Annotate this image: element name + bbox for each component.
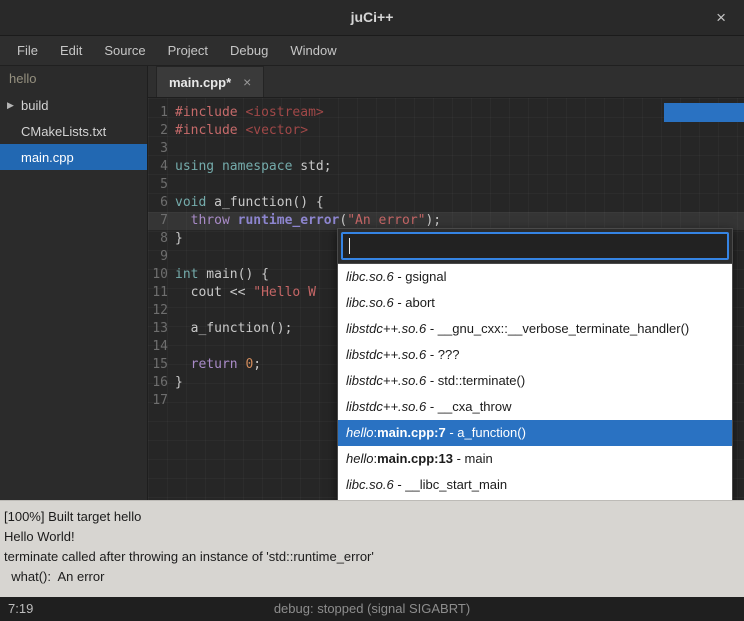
- code-text: #include <vector>: [175, 122, 308, 140]
- menu-item-source[interactable]: Source: [93, 36, 156, 66]
- output-line: [100%] Built target hello: [4, 507, 740, 527]
- project-name: hello: [0, 66, 147, 92]
- output-line: what(): An error: [4, 567, 740, 587]
- line-number[interactable]: 3: [148, 140, 175, 158]
- code-line[interactable]: 3: [148, 140, 744, 158]
- window-title: juCi++: [0, 0, 744, 35]
- app-window: juCi++ × FileEditSourceProjectDebugWindo…: [0, 0, 744, 621]
- stacktrace-list: libc.so.6 - gsignallibc.so.6 - abortlibs…: [338, 263, 732, 525]
- tree-item-label: CMakeLists.txt: [21, 124, 106, 139]
- stack-frame-item[interactable]: libstdc++.so.6 - __cxa_throw: [338, 394, 732, 420]
- code-text: }: [175, 374, 183, 392]
- line-number[interactable]: 8: [148, 230, 175, 248]
- title-bar: juCi++ ×: [0, 0, 744, 36]
- tree-item-label: main.cpp: [21, 150, 74, 165]
- debug-status-message: debug: stopped (signal SIGABRT): [0, 597, 744, 621]
- line-number[interactable]: 13: [148, 320, 175, 338]
- sidebar-item-main-cpp[interactable]: main.cpp: [0, 144, 147, 170]
- line-number[interactable]: 10: [148, 266, 175, 284]
- line-number[interactable]: 17: [148, 392, 175, 410]
- stack-frame-item[interactable]: libstdc++.so.6 - ???: [338, 342, 732, 368]
- menu-item-file[interactable]: File: [6, 36, 49, 66]
- code-line[interactable]: 2#include <vector>: [148, 122, 744, 140]
- tab-label: main.cpp*: [169, 75, 231, 90]
- line-number[interactable]: 11: [148, 284, 175, 302]
- stack-frame-item[interactable]: libstdc++.so.6 - std::terminate(): [338, 368, 732, 394]
- line-number[interactable]: 15: [148, 356, 175, 374]
- line-number[interactable]: 9: [148, 248, 175, 266]
- code-text: cout << "Hello W: [175, 284, 316, 302]
- sidebar-item-cmakelists-txt[interactable]: CMakeLists.txt: [0, 118, 147, 144]
- line-number[interactable]: 16: [148, 374, 175, 392]
- code-text: #include <iostream>: [175, 104, 324, 122]
- file-tree-panel: hello ▶build CMakeLists.txt main.cpp: [0, 66, 148, 500]
- line-number[interactable]: 7: [148, 212, 175, 230]
- stacktrace-popup: libc.so.6 - gsignallibc.so.6 - abortlibs…: [337, 228, 733, 526]
- menu-item-window[interactable]: Window: [279, 36, 347, 66]
- code-line[interactable]: 6void a_function() {: [148, 194, 744, 212]
- output-terminal-panel[interactable]: [100%] Built target helloHello World!ter…: [0, 500, 744, 597]
- menu-item-edit[interactable]: Edit: [49, 36, 93, 66]
- code-text: using namespace std;: [175, 158, 332, 176]
- close-window-button[interactable]: ×: [710, 0, 732, 35]
- file-tree: ▶build CMakeLists.txt main.cpp: [0, 92, 147, 170]
- menu-item-project[interactable]: Project: [157, 36, 219, 66]
- tab-main-cpp[interactable]: main.cpp* ×: [156, 66, 264, 97]
- scroll-position-indicator[interactable]: [664, 103, 744, 122]
- code-text: a_function();: [175, 320, 292, 338]
- code-line[interactable]: 1#include <iostream>: [148, 104, 744, 122]
- stack-frame-item[interactable]: hello:main.cpp:13 - main: [338, 446, 732, 472]
- stack-frame-item[interactable]: hello:main.cpp:7 - a_function(): [338, 420, 732, 446]
- expand-arrow-icon[interactable]: ▶: [7, 100, 21, 111]
- line-number[interactable]: 2: [148, 122, 175, 140]
- code-text: return 0;: [175, 356, 261, 374]
- stack-frame-item[interactable]: libc.so.6 - abort: [338, 290, 732, 316]
- code-text: int main() {: [175, 266, 269, 284]
- status-bar: 7:19 debug: stopped (signal SIGABRT): [0, 597, 744, 621]
- output-line: terminate called after throwing an insta…: [4, 547, 740, 567]
- code-line[interactable]: 4using namespace std;: [148, 158, 744, 176]
- stacktrace-filter-input[interactable]: [341, 232, 729, 260]
- line-number[interactable]: 4: [148, 158, 175, 176]
- stack-frame-item[interactable]: libc.so.6 - __libc_start_main: [338, 472, 732, 498]
- stack-frame-item[interactable]: libc.so.6 - gsignal: [338, 264, 732, 290]
- line-number[interactable]: 12: [148, 302, 175, 320]
- menu-item-debug[interactable]: Debug: [219, 36, 279, 66]
- code-text: void a_function() {: [175, 194, 324, 212]
- output-line: Hello World!: [4, 527, 740, 547]
- text-caret: [349, 238, 350, 254]
- line-number[interactable]: 1: [148, 104, 175, 122]
- tree-item-label: build: [21, 98, 48, 113]
- tab-bar: main.cpp* ×: [148, 66, 744, 98]
- code-line[interactable]: 5: [148, 176, 744, 194]
- line-number[interactable]: 14: [148, 338, 175, 356]
- line-number[interactable]: 6: [148, 194, 175, 212]
- sidebar-item-build[interactable]: ▶build: [0, 92, 147, 118]
- stack-frame-item[interactable]: libstdc++.so.6 - __gnu_cxx::__verbose_te…: [338, 316, 732, 342]
- line-number[interactable]: 5: [148, 176, 175, 194]
- tab-close-icon[interactable]: ×: [243, 74, 251, 90]
- code-text: }: [175, 230, 183, 248]
- menu-bar: FileEditSourceProjectDebugWindow: [0, 36, 744, 66]
